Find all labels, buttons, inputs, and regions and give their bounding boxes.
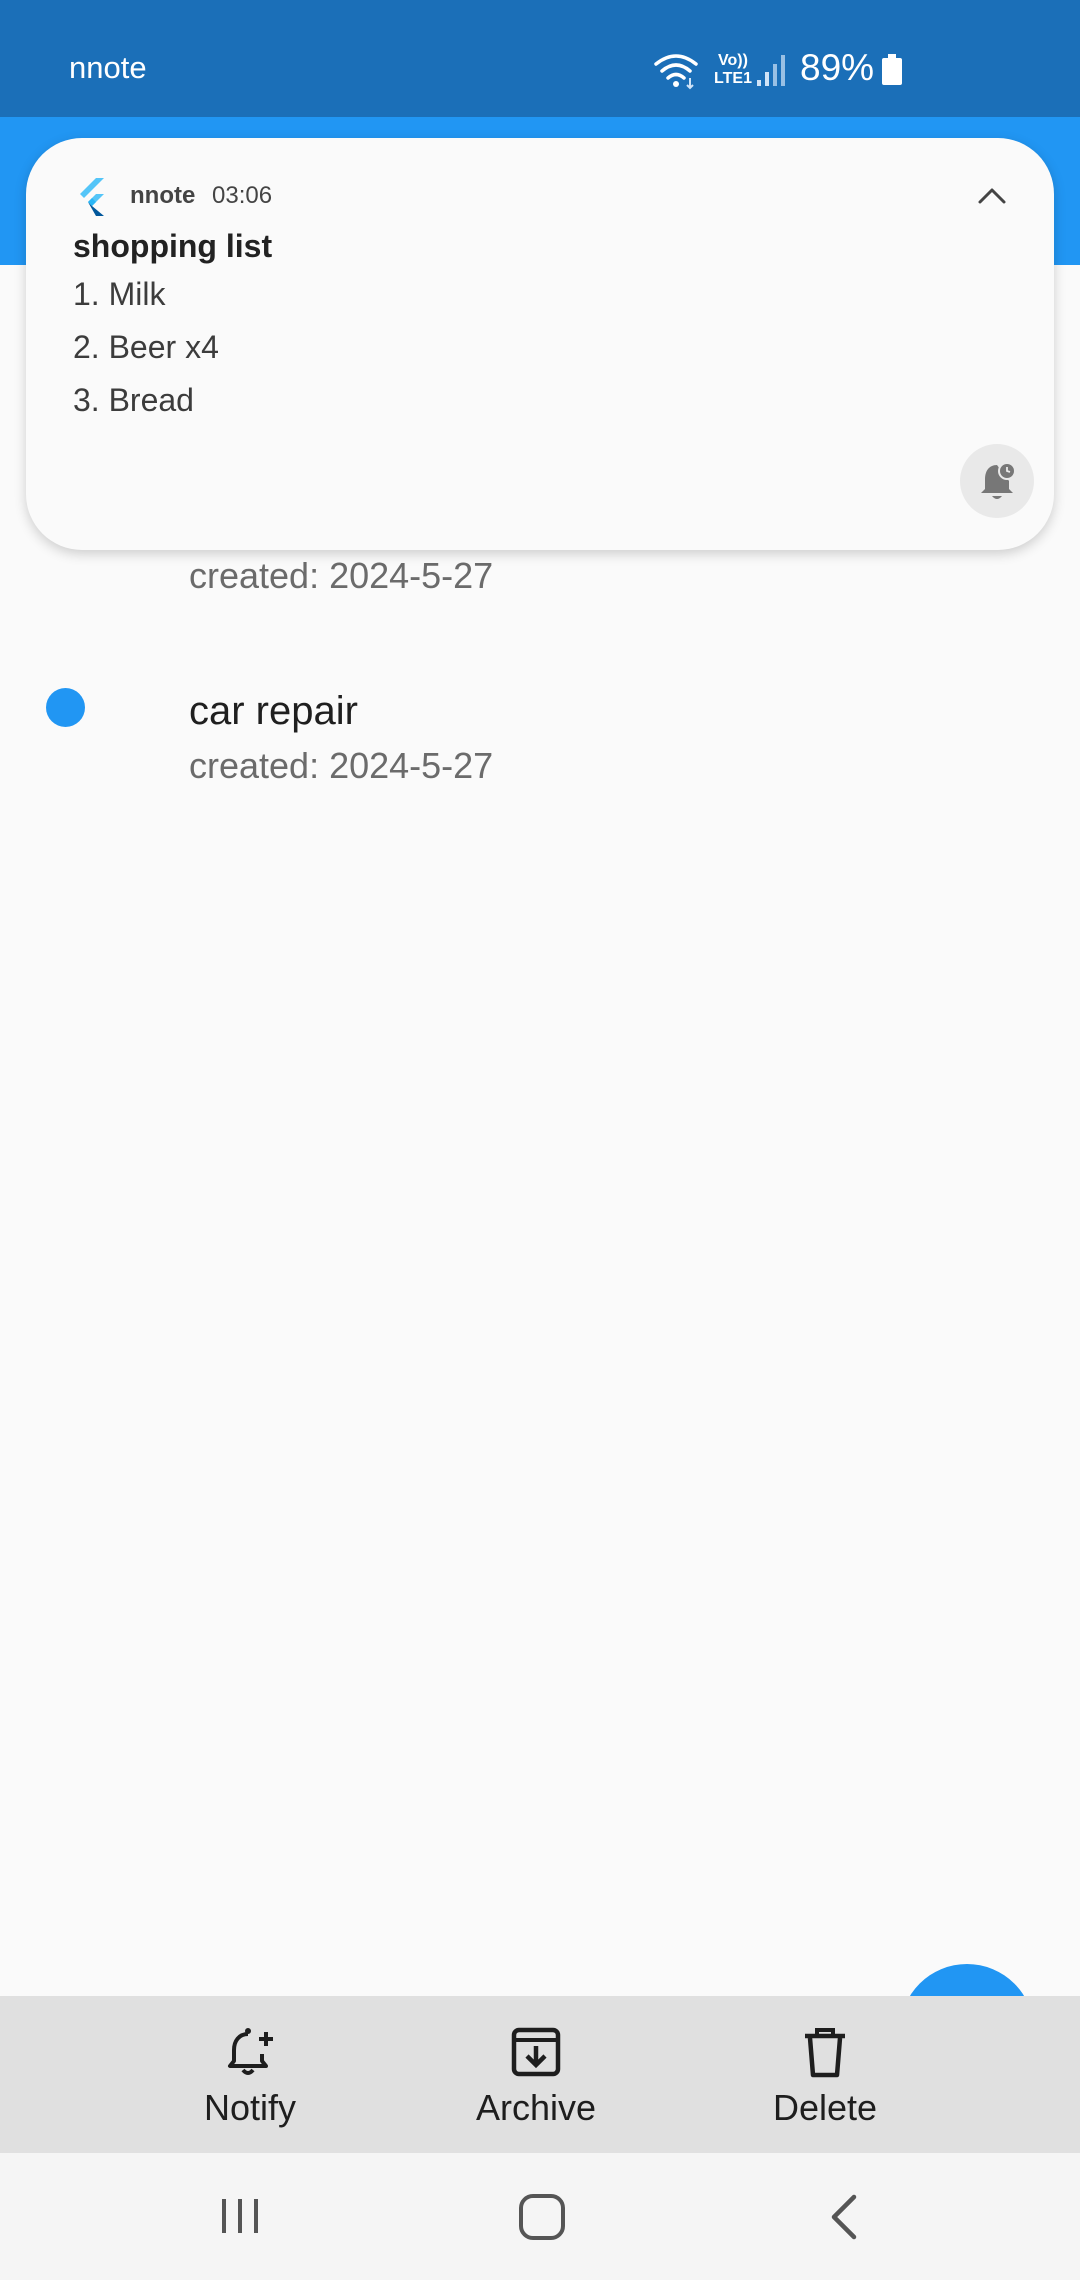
delete-button[interactable]: Delete: [725, 1996, 925, 2153]
volte-icon: Vo)) LTE1: [709, 52, 757, 92]
status-app-name: nnote: [69, 50, 147, 85]
status-bar: nnote Vo)) LTE1 89%: [0, 0, 1080, 117]
battery-icon: [882, 54, 902, 85]
note-selected-indicator[interactable]: [46, 688, 85, 727]
notification-time: 03:06: [212, 182, 273, 209]
signal-icon: [757, 55, 785, 86]
notification-text-line: 2. Beer x4: [73, 329, 219, 365]
notification-text-line: 1. Milk: [73, 276, 166, 312]
notification-text-line: 3. Bread: [73, 382, 194, 418]
archive-label: Archive: [475, 2087, 597, 2128]
note-item-created-date: created: 2024-5-27: [189, 745, 494, 786]
battery-percentage: 89%: [800, 47, 875, 88]
volte-bottom-label: LTE1: [714, 70, 752, 87]
archive-button[interactable]: Archive: [436, 1996, 636, 2153]
archive-icon: [511, 2027, 561, 2077]
note-item-created-date: created: 2024-5-27: [189, 555, 494, 596]
home-icon[interactable]: [516, 2191, 568, 2243]
snooze-button[interactable]: [960, 444, 1034, 518]
snooze-bell-icon: [981, 462, 1016, 499]
note-item-title[interactable]: car repair: [189, 687, 358, 735]
notify-button[interactable]: Notify: [150, 1996, 350, 2153]
volte-top-label: Vo)): [718, 52, 748, 69]
trash-icon: [805, 2028, 845, 2078]
system-navigation-bar: [0, 2153, 1080, 2280]
bottom-action-bar: Notify Archive Delete: [0, 1996, 1080, 2153]
chevron-up-icon[interactable]: [972, 178, 1012, 214]
heads-up-notification[interactable]: nnote 03:06 shopping list 1. Milk 2. Bee…: [26, 138, 1054, 550]
delete-label: Delete: [772, 2087, 878, 2128]
notification-title: shopping list: [73, 228, 273, 264]
wifi-icon: [654, 54, 698, 90]
bell-plus-icon: [228, 2028, 273, 2075]
recents-icon[interactable]: [216, 2191, 264, 2239]
flutter-logo-icon: [80, 178, 104, 216]
back-icon[interactable]: [824, 2191, 864, 2243]
notification-app-name: nnote: [130, 182, 196, 209]
notify-label: Notify: [203, 2087, 297, 2128]
